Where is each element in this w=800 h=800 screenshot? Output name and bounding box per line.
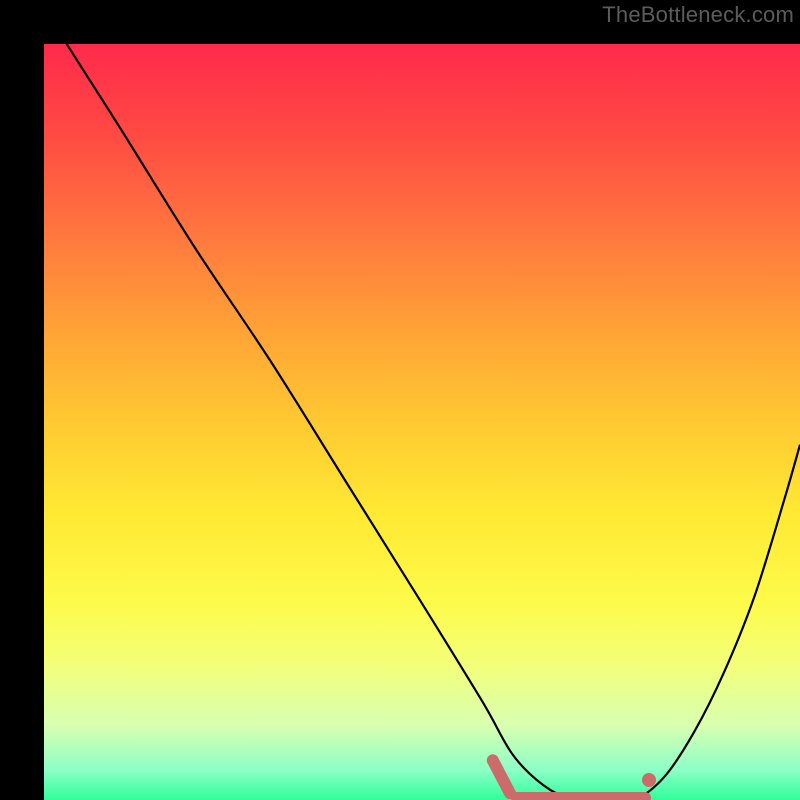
plot-area (44, 44, 800, 800)
marker-segment-flat (511, 792, 651, 800)
marker-end-dot-icon (642, 773, 656, 787)
chart-frame (22, 22, 778, 778)
bottleneck-curve (44, 44, 800, 800)
watermark-text: TheBottleneck.com (602, 2, 794, 28)
